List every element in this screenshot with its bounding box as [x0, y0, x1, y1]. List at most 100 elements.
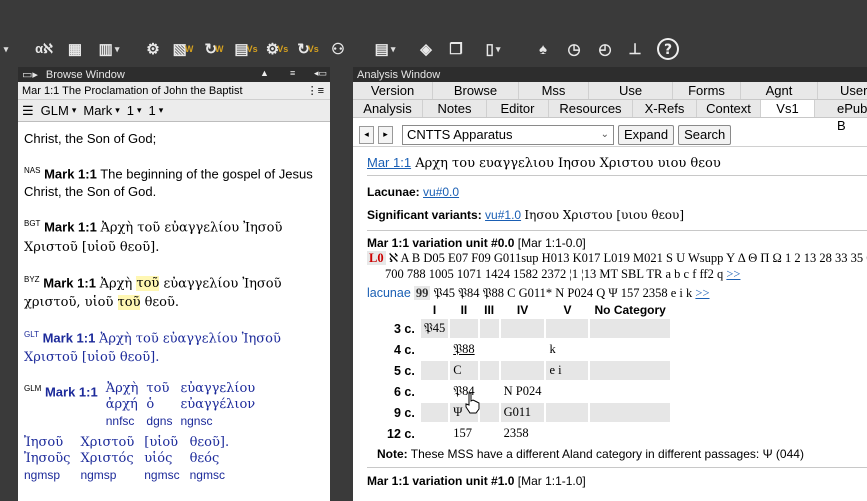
table-cell[interactable] [590, 424, 670, 443]
table-cell[interactable] [590, 319, 670, 338]
verse-list-icon[interactable]: ▤ Vs [233, 37, 259, 61]
pane-toggle-icon[interactable]: ◂▭ [314, 68, 327, 79]
table-cell[interactable]: 𝔓88 [450, 340, 478, 359]
table-cell[interactable]: N P024 [500, 382, 545, 401]
table-cell[interactable] [546, 319, 589, 338]
table-cell[interactable] [420, 424, 449, 443]
verse-ref[interactable]: Mark 1:1 [43, 330, 96, 345]
table-cell[interactable] [420, 403, 449, 422]
highlighted-word[interactable]: τοῦ [136, 275, 160, 291]
clock-icon[interactable]: ◴ [592, 37, 618, 61]
word-refresh-icon[interactable]: ↻ W [201, 37, 227, 61]
verse-selector[interactable]: 1 [149, 103, 156, 118]
verse-ref[interactable]: Mark 1:1 [44, 220, 97, 235]
books-icon[interactable]: ▥ ▾ [92, 37, 126, 61]
table-cell[interactable] [500, 319, 545, 338]
interlinear-word[interactable]: Ἀρχὴ ἀρχή nnfsc [106, 381, 139, 429]
window-menu-icon[interactable]: ▭▸ [22, 68, 38, 81]
version-label[interactable]: GLT [24, 330, 39, 339]
table-cell[interactable]: 𝔓45 [420, 319, 449, 338]
table-cell[interactable] [420, 340, 449, 359]
collapse-icon[interactable]: ▲ [260, 68, 269, 78]
expand-button[interactable]: Expand [618, 124, 675, 145]
verse-ref[interactable]: Mark 1:1 [45, 385, 98, 400]
book-selector[interactable]: Mark [83, 103, 112, 118]
verse-tree-icon[interactable]: ⚙ Vs [264, 37, 290, 61]
parallel-texts-icon[interactable]: ▦ [62, 37, 88, 61]
previous-arrow-icon[interactable]: ◂ [359, 125, 374, 144]
toolbar-caret-icon[interactable]: ▾ [0, 37, 10, 61]
list-options-icon[interactable]: ☰ [22, 103, 34, 119]
tab-x-refs[interactable]: X-Refs [633, 100, 697, 117]
search-button[interactable]: Search [678, 124, 732, 145]
window-splitter[interactable] [330, 67, 353, 501]
version-label[interactable]: BGT [24, 219, 40, 228]
reading-label[interactable]: L0 [367, 251, 386, 265]
network-icon[interactable]: ⚙ [140, 37, 166, 61]
table-cell[interactable] [479, 319, 499, 338]
verse-ref[interactable]: Mark 1:1 [43, 275, 96, 290]
more-link[interactable]: >> [726, 267, 740, 281]
table-cell[interactable] [590, 361, 670, 380]
flashcard-icon[interactable]: ♠ [530, 37, 556, 61]
variants-link[interactable]: vu#1.0 [485, 208, 521, 222]
table-cell[interactable] [420, 382, 449, 401]
more-link[interactable]: >> [695, 286, 709, 300]
clock-pen-icon[interactable]: ◷ [561, 37, 587, 61]
tab-userl[interactable]: UserL [818, 82, 867, 99]
verse-ref[interactable]: Mark 1:1 [44, 166, 97, 181]
table-cell[interactable] [590, 340, 670, 359]
tab-use[interactable]: Use [589, 82, 673, 99]
table-cell[interactable] [479, 403, 499, 422]
interlinear-word[interactable]: Ἰησοῦ Ἰησοῦς ngmsp [24, 435, 70, 483]
table-cell[interactable]: e i [546, 361, 589, 380]
tab-mss[interactable]: Mss [519, 82, 589, 99]
table-cell[interactable] [420, 361, 449, 380]
table-cell[interactable] [590, 382, 670, 401]
word-study-icon[interactable]: ▧ W [170, 37, 196, 61]
chapter-selector[interactable]: 1 [127, 103, 134, 118]
tab-notes[interactable]: Notes [423, 100, 487, 117]
version-label[interactable]: BYZ [24, 275, 40, 284]
tab-version[interactable]: Version [353, 82, 433, 99]
tab-browse[interactable]: Browse [433, 82, 519, 99]
tab-epub[interactable]: ePub B [815, 100, 867, 133]
table-cell[interactable]: k [546, 340, 589, 359]
highlighted-word[interactable]: τοῦ [117, 294, 141, 310]
tab-agnt[interactable]: Agnt [741, 82, 818, 99]
table-cell[interactable] [479, 361, 499, 380]
window-layout-icon[interactable]: ▤ ▾ [364, 37, 406, 61]
version-label[interactable]: NAS [24, 166, 40, 175]
chevron-down-icon[interactable]: ▾ [159, 105, 164, 116]
table-cell[interactable] [479, 340, 499, 359]
interlinear-word[interactable]: Χριστοῦ Χριστός ngmsp [80, 435, 134, 483]
interlinear-word[interactable]: τοῦ ὁ dgns [146, 381, 172, 429]
table-cell[interactable] [546, 424, 589, 443]
chevron-down-icon[interactable]: ▾ [115, 105, 120, 116]
document-icon[interactable]: ▯ ▾ [473, 37, 513, 61]
puzzle-icon[interactable]: ◈ [413, 37, 439, 61]
chevron-down-icon[interactable]: ▾ [72, 105, 77, 116]
alpha-aleph-icon[interactable]: αℵ [30, 37, 58, 61]
tab-vs1[interactable]: Vs1 [761, 100, 815, 117]
table-cell[interactable] [450, 319, 478, 338]
table-cell[interactable] [546, 403, 589, 422]
tab-editor[interactable]: Editor [487, 100, 549, 117]
interlinear-word[interactable]: θεοῦ]. θεός ngmsc [190, 435, 230, 483]
interlinear-word[interactable]: εὐαγγελίου εὐαγγέλιον ngnsc [180, 381, 255, 429]
chevron-down-icon[interactable]: ▾ [137, 105, 142, 116]
table-cell[interactable] [500, 340, 545, 359]
next-arrow-icon[interactable]: ▸ [378, 125, 393, 144]
tab-analysis[interactable]: Analysis [353, 100, 423, 117]
passage-reference-bar[interactable]: Mar 1:1 The Proclamation of John the Bap… [18, 82, 330, 100]
table-cell[interactable] [546, 382, 589, 401]
verse-link[interactable]: Mar 1:1 [367, 155, 411, 170]
table-cell[interactable] [500, 361, 545, 380]
table-cell[interactable]: C [450, 361, 478, 380]
table-cell[interactable]: 2358 [500, 424, 545, 443]
copy-pages-icon[interactable]: ❐ [443, 37, 469, 61]
settings-sliders-icon[interactable]: ⊥ [622, 37, 648, 61]
table-cell[interactable]: 157 [450, 424, 478, 443]
people-icon[interactable]: ⚇ [325, 37, 351, 61]
verse-refresh-icon[interactable]: ↻ Vs [295, 37, 321, 61]
